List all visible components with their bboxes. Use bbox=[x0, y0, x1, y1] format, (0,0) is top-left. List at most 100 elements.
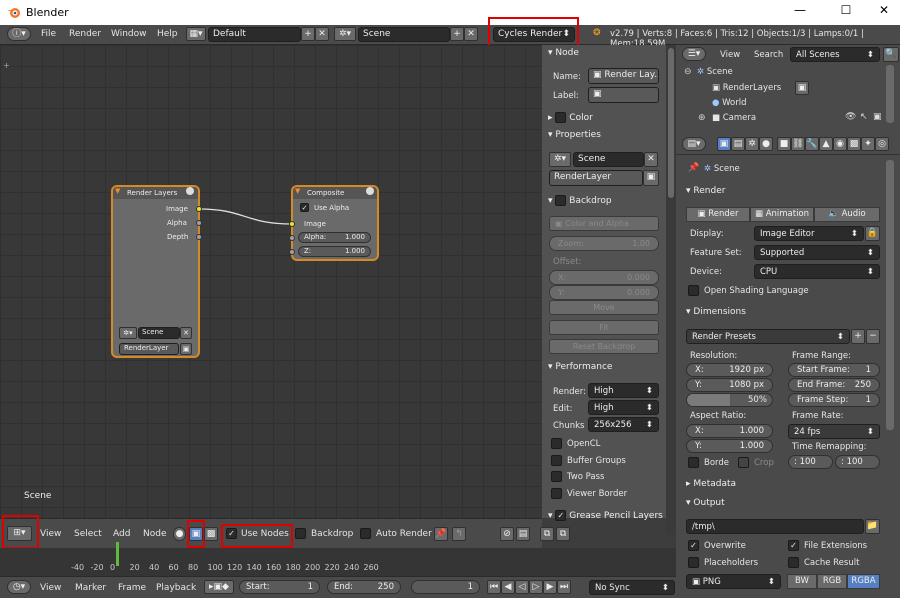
outliner-search-icon[interactable]: 🔍 bbox=[883, 47, 899, 62]
next-keyframe-icon[interactable]: ▶ bbox=[543, 580, 557, 594]
folder-browse-icon[interactable]: 📁 bbox=[865, 519, 880, 534]
parent-tree-icon[interactable]: ↰ bbox=[452, 527, 466, 541]
timeline-menu-marker[interactable]: Marker bbox=[75, 583, 106, 593]
screen-layout-field[interactable]: Default bbox=[208, 27, 301, 42]
timeline-menu-frame[interactable]: Frame bbox=[118, 583, 146, 593]
output-alpha-socket[interactable] bbox=[196, 220, 202, 226]
node-menu-node[interactable]: Node bbox=[143, 529, 167, 539]
sidebar-scene-clear-icon[interactable]: ✕ bbox=[644, 152, 658, 167]
node-preview-toggle-icon[interactable] bbox=[186, 187, 194, 195]
perf-render-dropdown[interactable]: High ⬍ bbox=[588, 383, 659, 398]
current-frame-cursor[interactable] bbox=[116, 542, 119, 566]
outliner-filter-dropdown[interactable]: All Scenes ⬍ bbox=[790, 47, 880, 62]
backdrop-zoom-field[interactable]: Zoom: 1.00 bbox=[549, 236, 659, 251]
jump-end-icon[interactable]: ⏭ bbox=[557, 580, 571, 594]
sync-mode-dropdown[interactable]: No Sync ⬍ bbox=[589, 580, 675, 595]
tab-physics-icon[interactable]: ◎ bbox=[875, 137, 889, 151]
file-format-dropdown[interactable]: ▣ PNG ⬍ bbox=[686, 574, 781, 589]
two-pass-checkbox[interactable] bbox=[551, 471, 562, 482]
dimensions-panel-header[interactable]: ▾ Dimensions bbox=[686, 307, 746, 317]
outliner-scrollbar[interactable] bbox=[886, 65, 894, 123]
shader-tree-icon[interactable]: ● bbox=[173, 527, 186, 541]
node-menu-add[interactable]: Add bbox=[113, 529, 130, 539]
input-alpha-socket[interactable] bbox=[289, 235, 295, 241]
perf-edit-dropdown[interactable]: High ⬍ bbox=[588, 400, 659, 415]
crop-checkbox[interactable] bbox=[738, 457, 749, 468]
render-presets-dropdown[interactable]: Render Presets ⬍ bbox=[686, 329, 850, 344]
composite-node-header[interactable]: Composite bbox=[293, 187, 377, 199]
preview-range-icon[interactable]: ▸▣◆ bbox=[204, 580, 234, 594]
color-bw-button[interactable]: BW bbox=[787, 574, 817, 589]
minimize-button[interactable]: — bbox=[790, 3, 810, 21]
lock-interface-icon[interactable]: 🔒 bbox=[865, 226, 880, 241]
menu-render[interactable]: Render bbox=[69, 29, 101, 39]
tab-data-icon[interactable]: ▲ bbox=[819, 137, 833, 151]
tab-world-icon[interactable]: ● bbox=[759, 137, 773, 151]
grease-pencil-checkbox[interactable]: ✓ bbox=[555, 510, 567, 521]
renderlayers-render-icon[interactable]: ▣ bbox=[795, 81, 809, 95]
composite-collapse-icon[interactable]: ▼ bbox=[295, 187, 300, 195]
viewer-border-checkbox[interactable] bbox=[551, 488, 562, 499]
editor-type-properties-icon[interactable]: ▤▾ bbox=[682, 137, 706, 151]
editor-type-info-icon[interactable]: ⓘ▾ bbox=[7, 27, 31, 41]
use-nodes-checkbox[interactable]: ✓ bbox=[226, 528, 237, 539]
tab-renderlayers-icon[interactable]: ▤ bbox=[731, 137, 745, 151]
node-scene-field[interactable]: Scene bbox=[138, 327, 180, 339]
node-layer-render-icon[interactable]: ▣ bbox=[180, 343, 192, 355]
paste-icon[interactable]: ⧉ bbox=[556, 527, 570, 541]
render-panel-header[interactable]: ▾ Render bbox=[686, 186, 725, 196]
display-dropdown[interactable]: Image Editor ⬍ bbox=[754, 226, 864, 241]
auto-render-checkbox[interactable] bbox=[360, 528, 371, 539]
remove-layout-icon[interactable]: ✕ bbox=[315, 27, 329, 41]
output-panel-header[interactable]: ▾ Output bbox=[686, 498, 725, 508]
feature-set-dropdown[interactable]: Supported ⬍ bbox=[754, 245, 880, 260]
output-depth-socket[interactable] bbox=[196, 234, 202, 240]
node-scene-clear-icon[interactable]: ✕ bbox=[180, 327, 192, 339]
outliner-camera-expand-icon[interactable]: ⊕ bbox=[698, 113, 706, 123]
performance-panel-header[interactable]: ▾ Performance bbox=[548, 362, 612, 372]
backdrop-fit-button[interactable]: Fit bbox=[549, 320, 659, 335]
tab-particles-icon[interactable]: ✦ bbox=[861, 137, 875, 151]
color-checkbox[interactable] bbox=[555, 112, 567, 123]
menu-help[interactable]: Help bbox=[157, 29, 178, 39]
node-collapse-icon[interactable]: ▼ bbox=[115, 187, 120, 195]
backdrop-offset-x-field[interactable]: X: 0.000 bbox=[549, 270, 659, 285]
border-checkbox[interactable] bbox=[688, 457, 699, 468]
selectability-cursor-icon[interactable]: ↖ bbox=[860, 112, 868, 122]
color-panel-header[interactable]: ▸ Color bbox=[548, 112, 593, 123]
add-layout-icon[interactable]: + bbox=[301, 27, 315, 41]
start-frame-field[interactable]: Start: 1 bbox=[239, 580, 320, 594]
scene-icon[interactable]: ✲▾ bbox=[334, 27, 356, 41]
tab-constraints-icon[interactable]: ⛓ bbox=[791, 137, 805, 151]
file-extensions-checkbox[interactable]: ✓ bbox=[788, 540, 799, 551]
color-rgba-button[interactable]: RGBA bbox=[847, 574, 880, 589]
render-image-button[interactable]: ▣ Render bbox=[686, 207, 750, 222]
jump-start-icon[interactable]: ⏮ bbox=[487, 580, 501, 594]
current-frame-field[interactable]: 1 bbox=[411, 580, 480, 594]
buffer-groups-checkbox[interactable] bbox=[551, 455, 562, 466]
overwrite-checkbox[interactable]: ✓ bbox=[688, 540, 699, 551]
render-animation-button[interactable]: ▦ Animation bbox=[750, 207, 814, 222]
output-image-socket[interactable] bbox=[196, 206, 202, 212]
render-audio-button[interactable]: 🔈 Audio bbox=[814, 207, 880, 222]
timeline-menu-view[interactable]: View bbox=[40, 583, 61, 593]
frame-step-field[interactable]: Frame Step: 1 bbox=[788, 393, 880, 407]
add-preset-icon[interactable]: + bbox=[851, 329, 865, 344]
tab-scene-icon[interactable]: ✲ bbox=[745, 137, 759, 151]
tab-render-icon[interactable]: ▣ bbox=[717, 137, 731, 151]
aspect-y-field[interactable]: Y: 1.000 bbox=[686, 439, 773, 453]
input-image-socket[interactable] bbox=[289, 221, 295, 227]
input-z-socket[interactable] bbox=[289, 249, 295, 255]
placeholders-checkbox[interactable] bbox=[688, 557, 699, 568]
start-frame-prop-field[interactable]: Start Frame: 1 bbox=[788, 363, 880, 377]
backdrop-offset-y-field[interactable]: Y: 0.000 bbox=[549, 285, 659, 300]
backdrop-checkbox[interactable] bbox=[295, 528, 306, 539]
sidebar-layer-dropdown[interactable]: RenderLayer bbox=[549, 170, 643, 186]
node-layer-dropdown[interactable]: RenderLayer bbox=[119, 343, 179, 355]
tab-material-icon[interactable]: ◉ bbox=[833, 137, 847, 151]
texture-tree-icon[interactable]: ▩ bbox=[204, 527, 218, 541]
end-frame-prop-field[interactable]: End Frame: 250 bbox=[788, 378, 880, 392]
prev-keyframe-icon[interactable]: ◀ bbox=[501, 580, 515, 594]
toolshelf-plus-icon[interactable]: + bbox=[3, 61, 10, 70]
device-dropdown[interactable]: CPU ⬍ bbox=[754, 264, 880, 279]
